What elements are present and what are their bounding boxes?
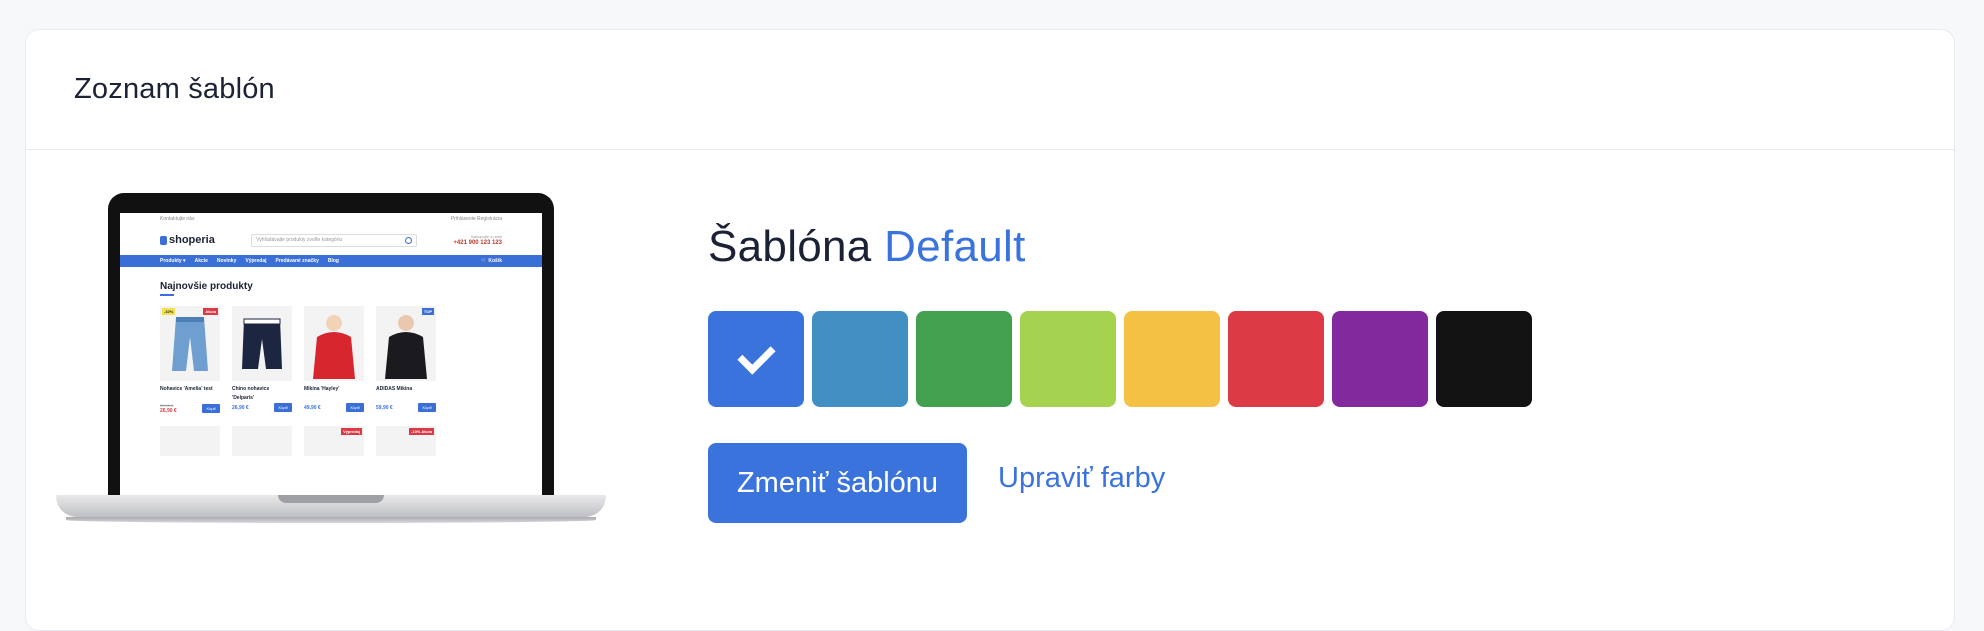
preview-logo: shoperia [160,234,215,246]
product-image [232,426,292,456]
search-icon [405,236,413,244]
product-badge: Akcia [203,308,218,315]
template-name: Default [884,222,1026,271]
preview-logo-text: shoperia [169,234,215,246]
product-badge: -10% [162,308,176,315]
laptop-screen: Kontaktujte nás Prihlásenie Registrácia … [120,213,542,495]
preview-nav-item: Výpredaj [245,258,267,264]
preview-nav: Produkty ▾ Akcie Novinky Výpredaj Predáv… [120,255,542,267]
preview-product: -10% Akcia Nohavice 'Amelia' test 29,90 … [160,306,220,414]
product-price: 49,90 € [304,404,321,411]
buy-button: Kúpiť [346,403,364,412]
preview-header: shoperia Vyhľadávajte produkty zvoľte ka… [120,225,542,255]
preview-product [232,426,292,456]
preview-product-grid-row2: Výpredaj -10% Akcia [120,414,542,456]
preview-contact: Kontaktujte nás [160,216,195,222]
product-price: 26,90 € [232,404,249,411]
product-image [304,306,364,381]
product-name: ADIDAS Mikina [376,386,413,392]
product-image: -10% Akcia [376,426,436,456]
product-badge: TOP [421,308,434,315]
template-title: Šablóna Default [708,222,1026,272]
product-badge: Výpredaj [341,428,362,435]
product-price: 26,90 € [160,408,177,414]
buy-button: Kúpiť [202,404,220,413]
product-name: Chino nohavice 'Delparis' [232,386,270,401]
preview-heading: Najnovšie produkty [160,281,253,292]
color-swatch-black[interactable] [1436,311,1532,407]
bag-icon [160,235,167,245]
jeans-shorts-icon [172,316,208,371]
preview-search-placeholder: Vyhľadávajte produkty zvoľte kategóriu [256,236,343,243]
product-image: TOP [376,306,436,381]
change-template-button[interactable]: Zmeniť šablónu [708,443,967,523]
preview-topbar: Kontaktujte nás Prihlásenie Registrácia [120,213,542,225]
product-badge: -10% Akcia [409,428,434,435]
card-title: Zoznam šablón [74,73,275,105]
preview-login: Prihlásenie Registrácia [450,216,502,222]
product-footer: 59,90 € Kúpiť [376,403,436,412]
product-price: 59,90 € [376,404,393,411]
preview-cart-label: Košík [488,258,502,264]
product-image [232,306,292,381]
preview-product: TOP ADIDAS Mikina 59,90 € Kúpiť [376,306,436,414]
preview-nav-item: Predávané značky [275,258,319,264]
laptop-lid: Kontaktujte nás Prihlásenie Registrácia … [108,193,554,495]
preview-product: Mikina 'Hayley' 49,90 € Kúpiť [304,306,364,414]
preview-product: Chino nohavice 'Delparis' 26,90 € Kúpiť [232,306,292,414]
product-image [160,426,220,456]
preview-nav-item: Blog [327,258,339,264]
color-swatch-yellow[interactable] [1124,311,1220,407]
color-swatch-lime[interactable] [1020,311,1116,407]
preview-product [160,426,220,456]
edit-colors-link[interactable]: Upraviť farby [998,462,1165,495]
preview-product-grid: -10% Akcia Nohavice 'Amelia' test 29,90 … [120,296,542,414]
checkmark-icon [736,335,776,375]
preview-product: Výpredaj [304,426,364,456]
preview-search: Vyhľadávajte produkty zvoľte kategóriu [251,233,418,247]
color-swatch-steel-blue[interactable] [812,311,908,407]
product-image: -10% Akcia [160,306,220,381]
laptop-notch [278,495,384,503]
shorts-icon [242,318,282,369]
product-name: Mikina 'Hayley' [304,386,340,392]
product-footer: 26,90 € Kúpiť [232,403,292,412]
preview-cart: 🛒 Košík [480,258,502,264]
buy-button: Kúpiť [274,403,292,412]
product-name: Nohavice 'Amelia' test [160,386,213,392]
red-hoodie-icon [313,314,355,379]
preview-phone-label: Nakupujte s nami [471,234,502,239]
preview-product: -10% Akcia [376,426,436,456]
color-swatches [708,311,1532,407]
product-image: Výpredaj [304,426,364,456]
product-footer: 29,90 € 26,90 € Kúpiť [160,403,220,414]
black-hoodie-icon [385,314,427,379]
preview-phone-number: +421 900 123 123 [453,240,502,246]
preview-nav-item: Produkty ▾ [160,258,186,264]
buy-button: Kúpiť [418,403,436,412]
template-label: Šablóna [708,222,872,271]
color-swatch-green[interactable] [916,311,1012,407]
preview-phone: Nakupujte s nami +421 900 123 123 [453,233,502,247]
color-swatch-purple[interactable] [1332,311,1428,407]
template-preview-laptop: Kontaktujte nás Prihlásenie Registrácia … [56,193,606,553]
product-footer: 49,90 € Kúpiť [304,403,364,412]
preview-nav-item: Novinky [216,258,237,264]
color-swatch-blue[interactable] [708,311,804,407]
preview-nav-item: Akcie [194,258,208,264]
card-header: Zoznam šablón [26,30,1954,150]
color-swatch-red[interactable] [1228,311,1324,407]
laptop-shadow [66,517,596,523]
